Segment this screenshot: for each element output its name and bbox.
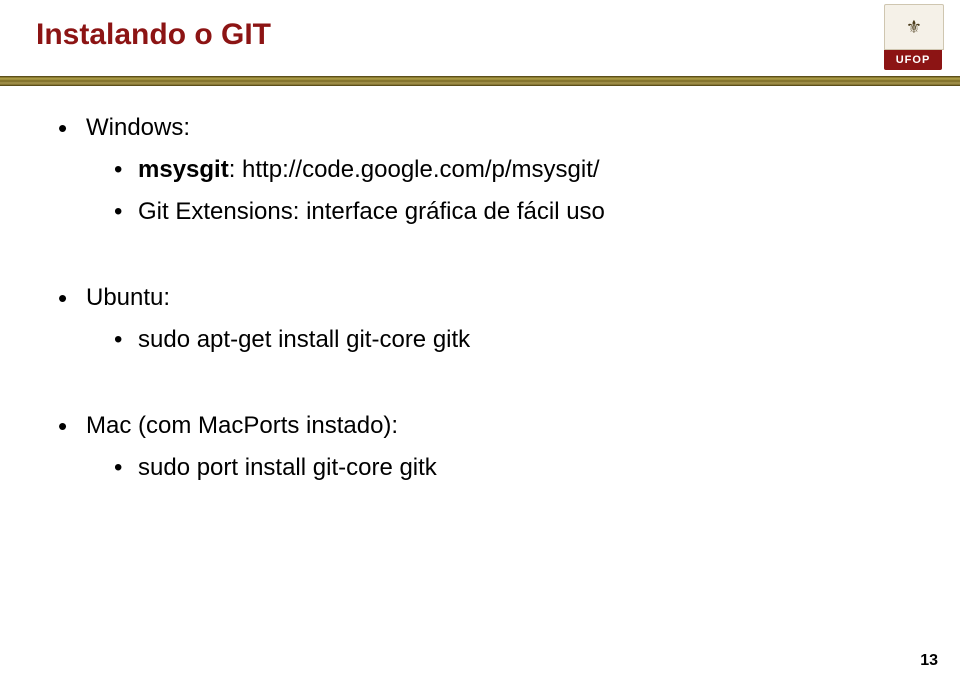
ufop-logo-label: UFOP (884, 50, 942, 70)
item-text: Git Extensions: interface gráfica de fác… (138, 198, 605, 225)
item-text: sudo apt-get install git-core gitk (138, 326, 470, 353)
slide: Instalando o GIT ⚜ UFOP Windows: msysgit… (0, 0, 960, 684)
title-divider (0, 76, 960, 86)
page-number: 13 (920, 652, 938, 670)
list-item: msysgit: http://code.google.com/p/msysgi… (114, 152, 902, 188)
list-item: sudo port install git-core gitk (114, 450, 902, 486)
section-heading: Mac (com MacPorts instado): (86, 412, 398, 439)
ufop-logo: ⚜ UFOP (884, 4, 942, 70)
section-mac: Mac (com MacPorts instado): sudo port in… (58, 408, 902, 486)
list-item: Git Extensions: interface gráfica de fác… (114, 194, 902, 230)
item-prefix: msysgit (138, 156, 229, 183)
section-heading: Ubuntu: (86, 284, 170, 311)
section-heading: Windows: (86, 114, 190, 141)
slide-title: Instalando o GIT (36, 18, 271, 52)
list-item: sudo apt-get install git-core gitk (114, 322, 902, 358)
slide-body: Windows: msysgit: http://code.google.com… (58, 110, 902, 536)
section-ubuntu: Ubuntu: sudo apt-get install git-core gi… (58, 280, 902, 358)
item-text: : http://code.google.com/p/msysgit/ (229, 156, 600, 183)
item-text: sudo port install git-core gitk (138, 454, 437, 481)
section-windows: Windows: msysgit: http://code.google.com… (58, 110, 902, 230)
ufop-emblem-icon: ⚜ (884, 4, 944, 50)
